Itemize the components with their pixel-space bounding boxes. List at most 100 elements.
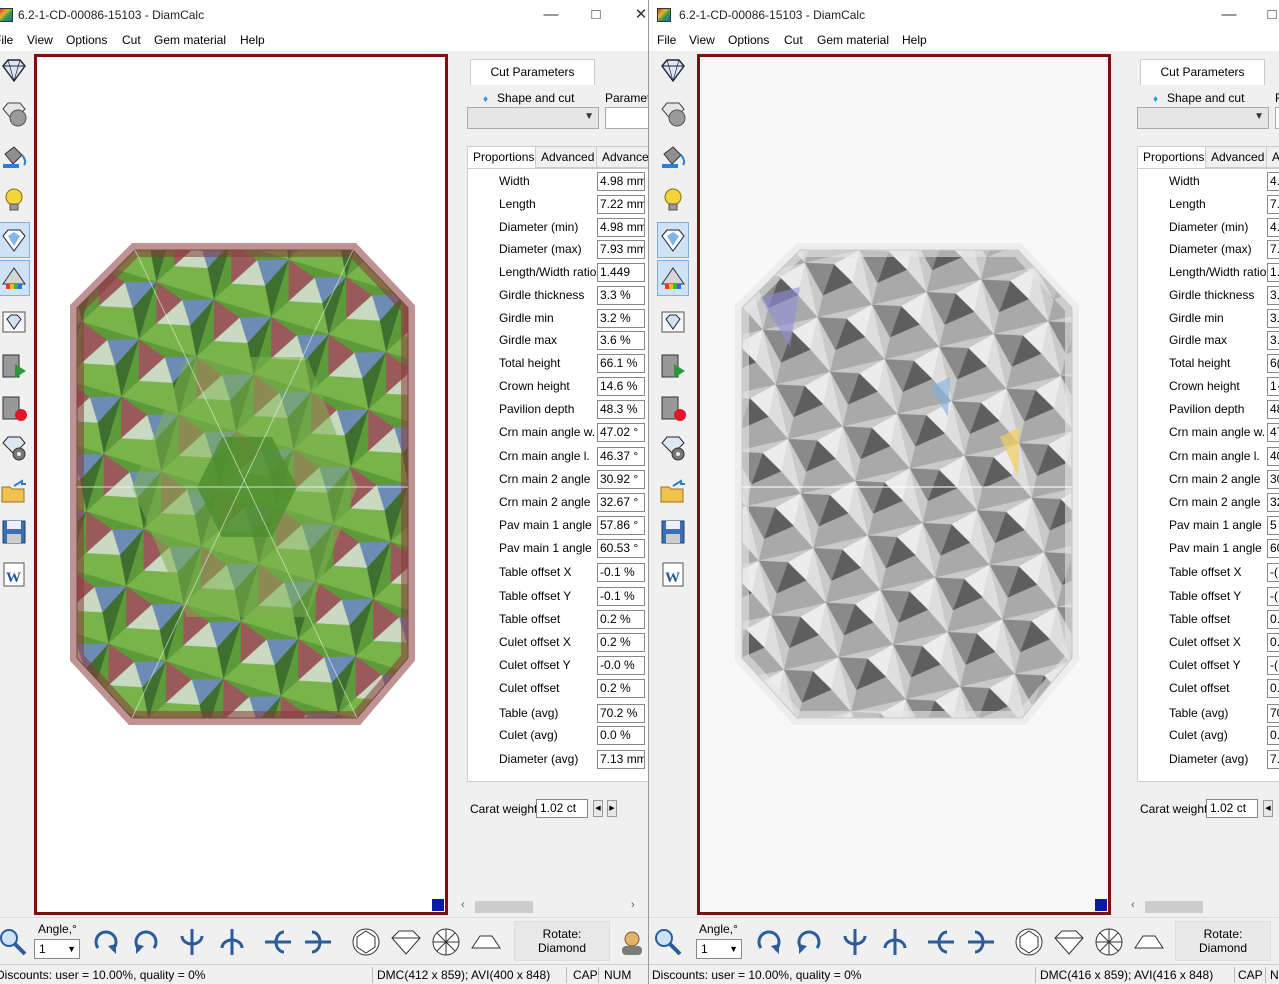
- save-disk-icon[interactable]: [657, 514, 689, 550]
- proportion-value-field[interactable]: 3.3 %: [597, 286, 645, 305]
- scroll-right-icon[interactable]: ›: [631, 899, 635, 911]
- rotate-mode-box[interactable]: Rotate: Diamond: [1175, 921, 1271, 961]
- scroll-left-icon[interactable]: ‹: [1131, 899, 1135, 911]
- rotate-cw-icon[interactable]: [751, 924, 787, 960]
- diamond-photo-icon[interactable]: [0, 304, 30, 340]
- proportion-value-field[interactable]: 3.: [1267, 309, 1279, 328]
- proportion-value-field[interactable]: 4.: [1267, 172, 1279, 191]
- proportion-value-field[interactable]: -(: [1267, 563, 1279, 582]
- scroll-thumb[interactable]: [475, 901, 533, 913]
- menu-options[interactable]: Options: [728, 33, 769, 47]
- proportion-value-field[interactable]: -(: [1267, 656, 1279, 675]
- zoom-icon[interactable]: [651, 924, 687, 960]
- menu-view[interactable]: View: [689, 33, 715, 47]
- open-folder-icon[interactable]: [0, 474, 30, 510]
- proportion-value-field[interactable]: 70: [1267, 704, 1279, 723]
- proportion-value-field[interactable]: 32.67 °: [597, 493, 645, 512]
- proportion-value-field[interactable]: 70.2 %: [597, 704, 645, 723]
- proportion-value-field[interactable]: 7.93 mm: [597, 240, 645, 259]
- proportion-value-field[interactable]: 3.6 %: [597, 331, 645, 350]
- proportion-value-field[interactable]: 47.02 °: [597, 423, 645, 442]
- zoom-icon[interactable]: [0, 924, 32, 960]
- proportion-value-field[interactable]: 66.1 %: [597, 354, 645, 373]
- flip-horizontal-2-icon[interactable]: [877, 924, 913, 960]
- side-view-icon[interactable]: [388, 924, 424, 960]
- shape-select[interactable]: ▼: [1137, 107, 1269, 129]
- proportion-value-field[interactable]: 4.98 mm: [597, 172, 645, 191]
- video-play-icon[interactable]: [657, 348, 689, 384]
- proportion-value-field[interactable]: 30.92 °: [597, 470, 645, 489]
- diamond-scintillation-icon[interactable]: [657, 222, 689, 258]
- tab-proportions[interactable]: Proportions: [1137, 146, 1211, 168]
- menu-gem-material[interactable]: Gem material: [817, 33, 889, 47]
- proportion-value-field[interactable]: -0.1 %: [597, 563, 645, 582]
- proportion-value-field[interactable]: 7.: [1267, 750, 1279, 769]
- profile-view-icon[interactable]: [468, 924, 504, 960]
- close-icon[interactable]: ✕: [626, 4, 648, 26]
- proportion-value-field[interactable]: 1·: [1267, 377, 1279, 396]
- proportion-value-field[interactable]: 48: [1267, 400, 1279, 419]
- tab-proportions[interactable]: Proportions: [467, 146, 541, 168]
- minimize-icon[interactable]: —: [1214, 4, 1244, 26]
- proportion-value-field[interactable]: 1.: [1267, 263, 1279, 282]
- paint-bucket-icon[interactable]: [657, 138, 689, 174]
- parameters-field[interactable]: [1275, 107, 1279, 129]
- carat-weight-input[interactable]: 1.02 ct: [1206, 799, 1258, 818]
- proportion-value-field[interactable]: 0.2 %: [597, 610, 645, 629]
- open-folder-icon[interactable]: [657, 474, 689, 510]
- proportion-value-field[interactable]: -0.1 %: [597, 587, 645, 606]
- panel-scrollbar[interactable]: ‹ ›: [459, 899, 648, 915]
- side-view-icon[interactable]: [1051, 924, 1087, 960]
- diamond-outline-icon[interactable]: [0, 52, 30, 88]
- proportion-value-field[interactable]: 7.13 mm: [597, 750, 645, 769]
- proportion-value-field[interactable]: 0.2 %: [597, 679, 645, 698]
- proportion-value-field[interactable]: 0.: [1267, 633, 1279, 652]
- proportion-value-field[interactable]: 60.53 °: [597, 539, 645, 558]
- rotate-ccw-icon[interactable]: [791, 924, 827, 960]
- gear-diamond-icon[interactable]: [657, 430, 689, 466]
- tab-advanced-2[interactable]: Advance: [596, 146, 648, 168]
- proportion-value-field[interactable]: 4.: [1267, 218, 1279, 237]
- flip-vertical-icon[interactable]: [260, 924, 296, 960]
- proportion-value-field[interactable]: 47: [1267, 423, 1279, 442]
- word-export-icon[interactable]: W: [0, 556, 30, 592]
- gem-viewport[interactable]: [34, 54, 448, 915]
- menu-cut[interactable]: Cut: [122, 33, 141, 47]
- minimize-icon[interactable]: —: [536, 4, 566, 26]
- video-record-icon[interactable]: [657, 390, 689, 426]
- proportion-value-field[interactable]: 5: [1267, 516, 1279, 535]
- angle-select[interactable]: 1 ▼: [696, 939, 742, 959]
- menu-file[interactable]: File: [657, 33, 676, 47]
- flip-vertical-2-icon[interactable]: [300, 924, 336, 960]
- rotate-ccw-icon[interactable]: [128, 924, 164, 960]
- prism-spectrum-icon[interactable]: [657, 260, 689, 296]
- scroll-thumb[interactable]: [1145, 901, 1203, 913]
- title-bar[interactable]: 6.2-1-CD-00086-15103 - DiamCalc — □: [649, 0, 1279, 31]
- menu-help[interactable]: Help: [902, 33, 927, 47]
- proportion-value-field[interactable]: -0.0 %: [597, 656, 645, 675]
- sphere-diamond-icon[interactable]: [0, 96, 30, 132]
- menu-cut[interactable]: Cut: [784, 33, 803, 47]
- spin-right-icon[interactable]: ▶: [607, 800, 617, 817]
- flip-horizontal-2-icon[interactable]: [214, 924, 250, 960]
- angle-select[interactable]: 1 ▼: [34, 939, 80, 959]
- proportion-value-field[interactable]: 32: [1267, 493, 1279, 512]
- paint-bucket-icon[interactable]: [0, 138, 30, 174]
- tab-advanced[interactable]: Advanced: [1205, 146, 1271, 168]
- save-disk-icon[interactable]: [0, 514, 30, 550]
- sphere-diamond-icon[interactable]: [657, 96, 689, 132]
- menu-file[interactable]: File: [0, 33, 13, 47]
- flip-vertical-2-icon[interactable]: [963, 924, 999, 960]
- proportion-value-field[interactable]: 0.2 %: [597, 633, 645, 652]
- menu-options[interactable]: Options: [66, 33, 107, 47]
- rotate-mode-box[interactable]: Rotate: Diamond: [514, 921, 610, 961]
- gear-diamond-icon[interactable]: [0, 430, 30, 466]
- rotate-cw-icon[interactable]: [88, 924, 124, 960]
- tab-advanced-2[interactable]: A: [1266, 146, 1279, 168]
- diamond-outline-icon[interactable]: [657, 52, 689, 88]
- user-icon[interactable]: [614, 924, 648, 960]
- proportion-value-field[interactable]: 7.: [1267, 195, 1279, 214]
- proportion-value-field[interactable]: 40: [1267, 447, 1279, 466]
- video-play-icon[interactable]: [0, 348, 30, 384]
- flip-horizontal-icon[interactable]: [837, 924, 873, 960]
